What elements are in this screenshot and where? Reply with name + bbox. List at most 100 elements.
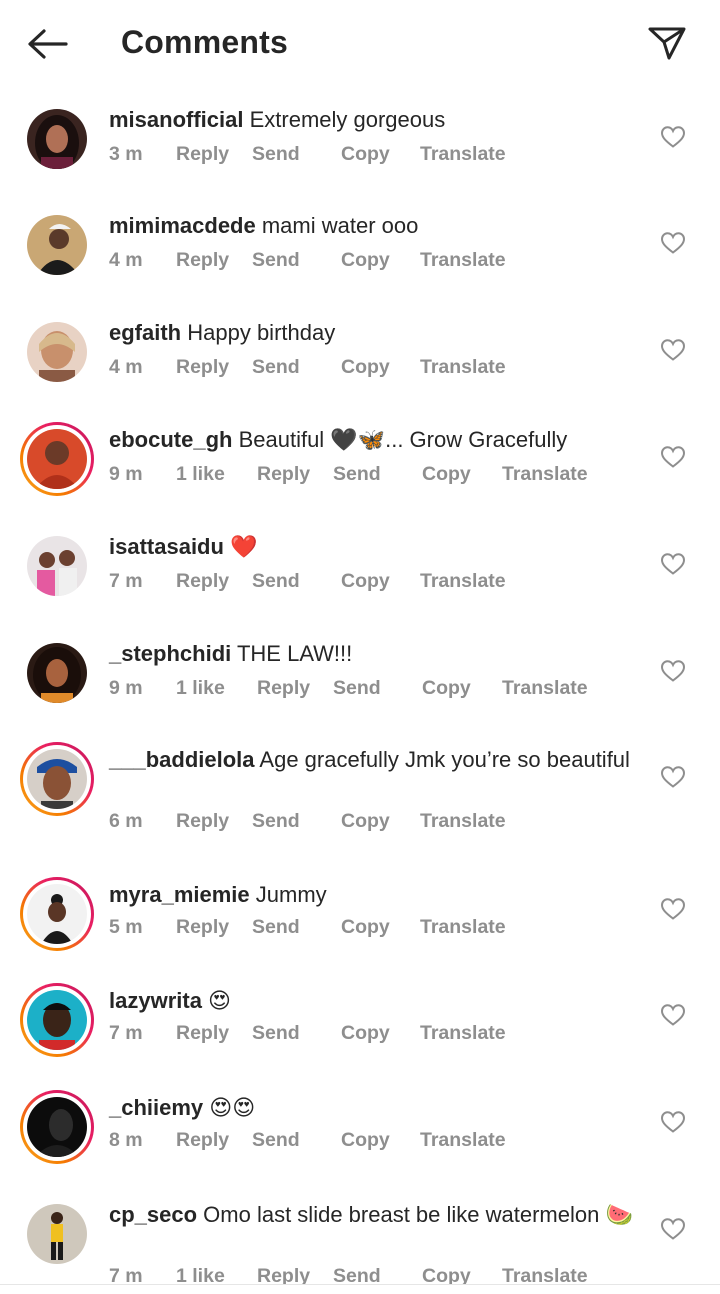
comment-time: 9 m (109, 677, 143, 699)
reply-button[interactable]: Reply (176, 356, 229, 379)
heart-icon[interactable] (660, 897, 686, 921)
comment-body: 😍 (201, 988, 231, 1013)
back-button[interactable] (24, 22, 70, 66)
send-button[interactable]: Send (333, 677, 381, 700)
comment-text: ebocute_gh Beautiful 🖤🦋... Grow Graceful… (109, 426, 639, 453)
avatar[interactable] (20, 983, 94, 1057)
send-button[interactable]: Send (252, 570, 300, 593)
avatar[interactable] (20, 422, 94, 496)
send-button[interactable]: Send (252, 1129, 300, 1152)
comment-time: 7 m (109, 1022, 143, 1044)
heart-icon[interactable] (660, 338, 686, 362)
send-button[interactable]: Send (252, 1022, 300, 1045)
heart-icon[interactable] (660, 1217, 686, 1241)
heart-icon[interactable] (660, 1003, 686, 1027)
comment-username[interactable]: lazywrita (109, 988, 202, 1013)
like-count[interactable]: 1 like (176, 677, 225, 700)
send-button[interactable]: Send (333, 1265, 381, 1284)
comment-username[interactable]: ___baddielola (109, 747, 255, 772)
heart-icon[interactable] (660, 125, 686, 149)
copy-button[interactable]: Copy (341, 143, 390, 166)
send-button[interactable]: Send (252, 916, 300, 939)
comment-time: 7 m (109, 1265, 143, 1284)
send-button[interactable]: Send (252, 810, 300, 833)
avatar[interactable] (20, 1090, 94, 1164)
avatar[interactable] (20, 742, 94, 816)
send-button[interactable]: Send (333, 463, 381, 486)
copy-button[interactable]: Copy (341, 810, 390, 833)
heart-icon[interactable] (660, 1110, 686, 1134)
send-button[interactable]: Send (252, 356, 300, 379)
comment-text: ___baddielola Age gracefully Jmk you’re … (109, 746, 639, 773)
heart-icon[interactable] (660, 445, 686, 469)
copy-button[interactable]: Copy (341, 356, 390, 379)
comment-body: Age gracefully Jmk you’re so beautiful (254, 747, 630, 772)
like-count[interactable]: 1 like (176, 1265, 225, 1284)
comment-username[interactable]: ebocute_gh (109, 427, 232, 452)
reply-button[interactable]: Reply (176, 810, 229, 833)
translate-button[interactable]: Translate (420, 570, 506, 593)
copy-button[interactable]: Copy (341, 1022, 390, 1045)
copy-button[interactable]: Copy (341, 570, 390, 593)
reply-button[interactable]: Reply (176, 1129, 229, 1152)
comment-text: mimimacdede mami water ooo (109, 212, 639, 239)
copy-button[interactable]: Copy (422, 677, 471, 700)
page-title: Comments (121, 24, 288, 60)
comments-list[interactable]: misanofficial Extremely gorgeous 3 m Rep… (0, 86, 720, 1284)
translate-button[interactable]: Translate (420, 143, 506, 166)
avatar[interactable] (20, 1197, 94, 1271)
translate-button[interactable]: Translate (420, 1129, 506, 1152)
reply-button[interactable]: Reply (176, 143, 229, 166)
comment-username[interactable]: isattasaidu (109, 534, 224, 559)
arrow-left-icon (28, 29, 68, 59)
translate-button[interactable]: Translate (420, 356, 506, 379)
send-button[interactable]: Send (252, 143, 300, 166)
reply-button[interactable]: Reply (176, 570, 229, 593)
translate-button[interactable]: Translate (502, 677, 588, 700)
avatar[interactable] (20, 877, 94, 951)
copy-button[interactable]: Copy (422, 1265, 471, 1284)
translate-button[interactable]: Translate (420, 1022, 506, 1045)
translate-button[interactable]: Translate (420, 916, 506, 939)
copy-button[interactable]: Copy (341, 1129, 390, 1152)
translate-button[interactable]: Translate (502, 463, 588, 486)
comment-body: Jummy (249, 882, 327, 907)
comment-username[interactable]: egfaith (109, 320, 181, 345)
heart-icon[interactable] (660, 231, 686, 255)
comment-username[interactable]: cp_seco (109, 1202, 197, 1227)
comment-text: lazywrita 😍 (109, 987, 639, 1014)
comment-item: lazywrita 😍 7 m Reply Send Copy Translat… (0, 967, 720, 1074)
translate-button[interactable]: Translate (420, 810, 506, 833)
share-button[interactable] (644, 20, 690, 66)
copy-button[interactable]: Copy (422, 463, 471, 486)
avatar[interactable] (20, 636, 94, 710)
comment-username[interactable]: _chiiemy (109, 1095, 203, 1120)
reply-button[interactable]: Reply (176, 249, 229, 272)
comment-username[interactable]: _stephchidi (109, 641, 231, 666)
comment-username[interactable]: myra_miemie (109, 882, 250, 907)
reply-button[interactable]: Reply (257, 463, 310, 486)
reply-button[interactable]: Reply (257, 677, 310, 700)
heart-icon[interactable] (660, 765, 686, 789)
comment-time: 6 m (109, 810, 143, 832)
avatar[interactable] (20, 102, 94, 176)
reply-button[interactable]: Reply (176, 1022, 229, 1045)
send-button[interactable]: Send (252, 249, 300, 272)
translate-button[interactable]: Translate (420, 249, 506, 272)
comment-item: myra_miemie Jummy 5 m Reply Send Copy Tr… (0, 861, 720, 967)
heart-icon[interactable] (660, 659, 686, 683)
like-count[interactable]: 1 like (176, 463, 225, 486)
heart-icon[interactable] (660, 552, 686, 576)
reply-button[interactable]: Reply (257, 1265, 310, 1284)
copy-button[interactable]: Copy (341, 249, 390, 272)
comment-username[interactable]: mimimacdede (109, 213, 256, 238)
reply-button[interactable]: Reply (176, 916, 229, 939)
avatar[interactable] (20, 529, 94, 603)
comment-text: _chiiemy 😍😍 (109, 1094, 639, 1121)
avatar[interactable] (20, 315, 94, 389)
copy-button[interactable]: Copy (341, 916, 390, 939)
comment-username[interactable]: misanofficial (109, 107, 243, 132)
avatar[interactable] (20, 208, 94, 282)
comment-text: myra_miemie Jummy (109, 881, 639, 908)
translate-button[interactable]: Translate (502, 1265, 588, 1284)
